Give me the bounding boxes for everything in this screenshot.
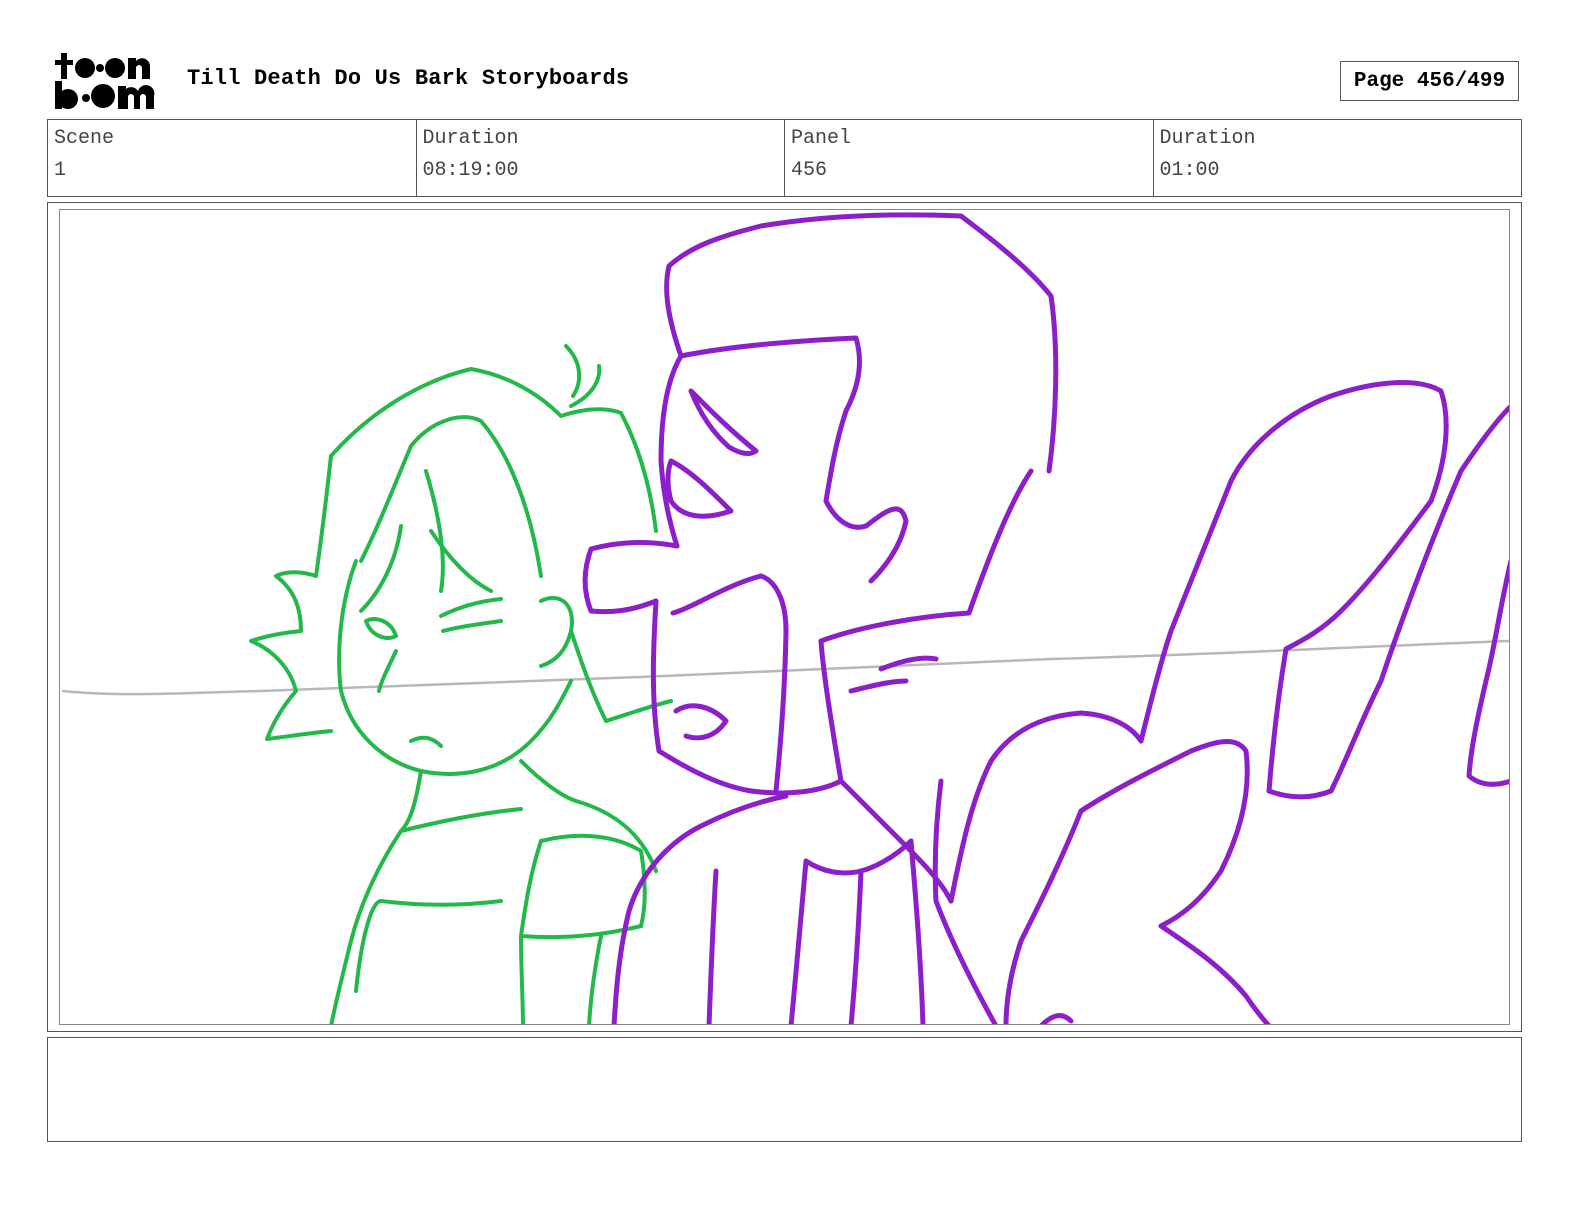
toon-boom-logo bbox=[52, 50, 164, 112]
scene-value: 1 bbox=[54, 159, 67, 182]
document-title: Till Death Do Us Bark Storyboards bbox=[187, 66, 630, 91]
scene-duration-cell: Duration 08:19:00 bbox=[417, 120, 785, 196]
panel-sketch bbox=[61, 212, 1509, 1024]
scene-info-table: Scene 1 Duration 08:19:00 Panel 456 Dura… bbox=[47, 119, 1522, 197]
scene-cell: Scene 1 bbox=[48, 120, 417, 196]
storyboard-panel bbox=[59, 209, 1510, 1025]
scene-duration-value: 08:19:00 bbox=[422, 159, 519, 182]
panel-cell: Panel 456 bbox=[785, 120, 1154, 196]
panel-duration-cell: Duration 01:00 bbox=[1154, 120, 1522, 196]
scene-duration-label: Duration bbox=[422, 127, 519, 150]
panel-label: Panel bbox=[791, 127, 852, 150]
woman-sketch bbox=[249, 344, 673, 1024]
scene-label: Scene bbox=[54, 127, 115, 150]
panel-value: 456 bbox=[791, 159, 828, 182]
page-indicator: Page 456/499 bbox=[1340, 61, 1519, 101]
panel-duration-label: Duration bbox=[1159, 127, 1256, 150]
panel-notes-box bbox=[47, 1037, 1522, 1142]
panel-duration-value: 01:00 bbox=[1159, 159, 1220, 182]
man-sketch bbox=[582, 212, 1509, 1024]
